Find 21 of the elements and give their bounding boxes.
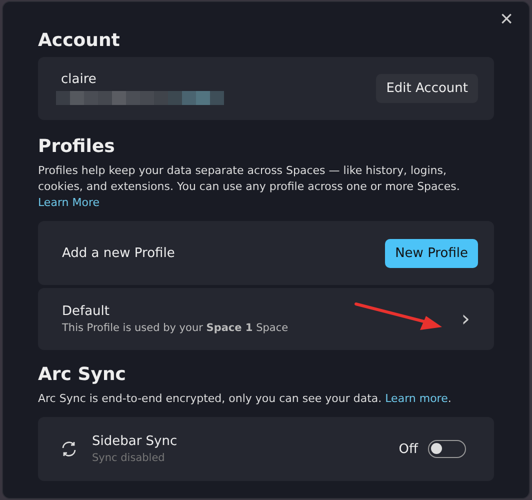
row-subtitle: This Profile is used by your Space 1 Space	[62, 322, 288, 334]
learn-more-link[interactable]: Learn more	[385, 392, 448, 405]
row-subtitle: Sync disabled	[92, 452, 166, 464]
chevron-icon: ›	[461, 306, 470, 332]
edit-account-button[interactable]: Edit Account	[376, 74, 478, 103]
row-label: Default	[62, 304, 110, 319]
sync-icon	[60, 440, 78, 458]
new-profile-button[interactable]: New Profile	[385, 238, 478, 268]
close-button[interactable]: ×	[496, 6, 517, 32]
section-description: Arc Sync is end-to-end encrypted, only you can see your data. Learn more.	[38, 391, 452, 407]
section-title: Arc Sync	[38, 364, 127, 385]
toggle-switch[interactable]	[428, 440, 466, 458]
section-title: Account	[38, 30, 121, 51]
row-label: Add a new Profile	[62, 246, 175, 260]
profile-row[interactable]: Default This Profile is used by your Space 1 Space ›	[38, 288, 494, 350]
section-description: Profiles help keep your data separate across Spaces — like history, logins, cookies, and extensions. You can use any profile across one or more Spaces. Learn More	[38, 163, 461, 211]
toggle-state: Off	[398, 442, 418, 456]
account-name: claire	[61, 72, 98, 87]
row-label: Sidebar Sync	[92, 434, 178, 449]
section-title: Profiles	[38, 136, 116, 157]
learn-more-link[interactable]: Learn More	[38, 196, 100, 209]
